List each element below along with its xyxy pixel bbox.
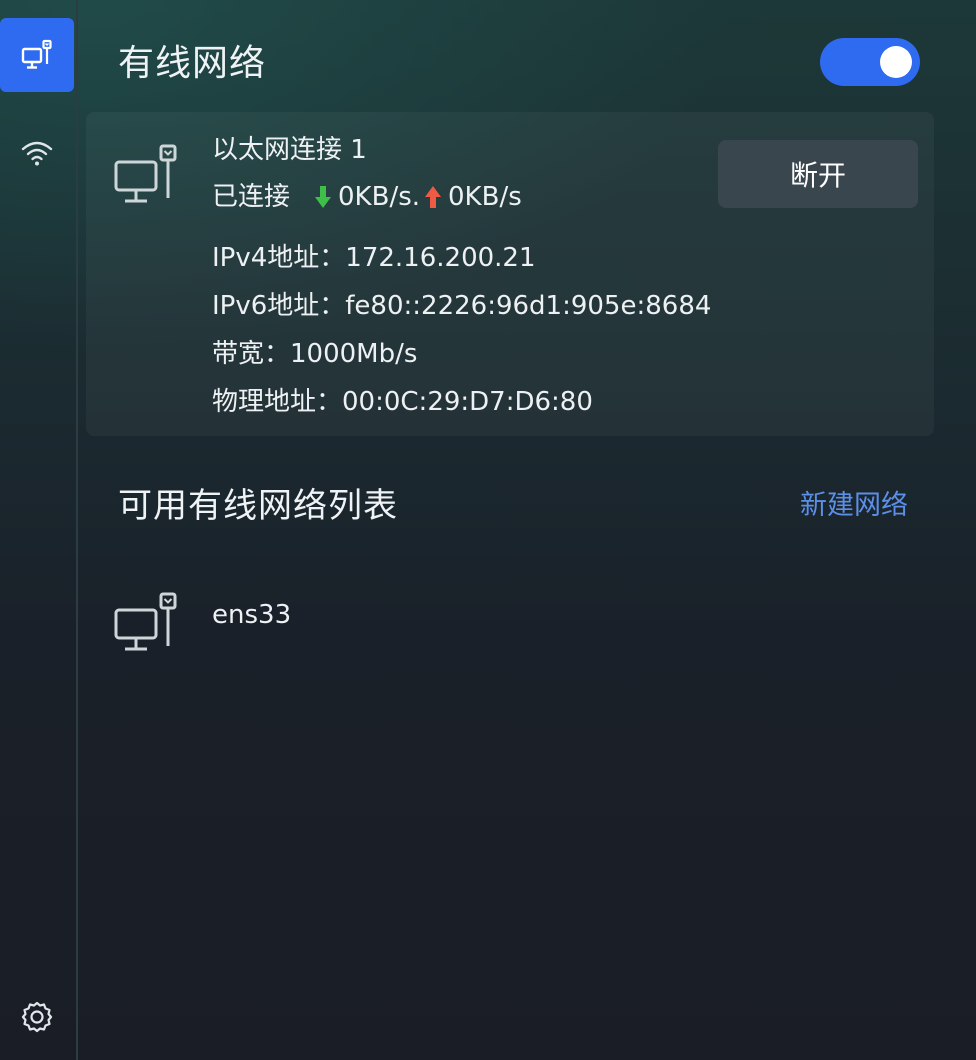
network-name: ens33 bbox=[212, 600, 292, 630]
mac-address: 物理地址：00:0C:29:D7:D6:80 bbox=[212, 382, 593, 422]
ipv4-label: IPv4地址： bbox=[212, 243, 346, 273]
ipv6-value: fe80::2226:96d1:905e:8684 bbox=[345, 291, 712, 321]
mac-value: 00:0C:29:D7:D6:80 bbox=[342, 387, 593, 417]
wired-network-toggle[interactable] bbox=[820, 38, 920, 86]
active-connection-card: 以太网连接 1 已连接 0KB/s. 0KB/s 断开 IPv4地址：172.1… bbox=[86, 112, 934, 436]
upload-arrow-icon bbox=[424, 185, 442, 209]
ipv4-address: IPv4地址：172.16.200.21 bbox=[212, 238, 536, 278]
page-title: 有线网络 bbox=[118, 43, 267, 84]
settings-button[interactable] bbox=[14, 996, 60, 1038]
bandwidth-value: 1000Mb/s bbox=[290, 339, 418, 369]
bandwidth-label: 带宽： bbox=[212, 339, 291, 369]
ipv4-value: 172.16.200.21 bbox=[345, 243, 536, 273]
toggle-knob bbox=[880, 46, 912, 78]
connection-name: 以太网连接 1 bbox=[212, 135, 367, 165]
new-network-link[interactable]: 新建网络 bbox=[800, 484, 908, 528]
ipv6-address: IPv6地址：fe80::2226:96d1:905e:8684 bbox=[212, 286, 711, 326]
gear-icon bbox=[21, 1001, 53, 1033]
wifi-icon bbox=[21, 141, 53, 166]
disconnect-button[interactable]: 断开 bbox=[718, 140, 918, 208]
connection-status: 已连接 bbox=[212, 182, 291, 212]
sidebar-item-wired[interactable] bbox=[0, 18, 74, 92]
ipv6-label: IPv6地址： bbox=[212, 291, 346, 321]
download-arrow-icon bbox=[314, 185, 332, 209]
upload-speed: 0KB/s bbox=[448, 182, 522, 212]
wired-network-icon bbox=[114, 592, 177, 651]
wired-network-icon bbox=[114, 144, 177, 203]
list-item[interactable]: ens33 bbox=[100, 574, 920, 664]
mac-label: 物理地址： bbox=[212, 387, 343, 417]
sidebar bbox=[0, 0, 78, 1060]
bandwidth: 带宽：1000Mb/s bbox=[212, 334, 417, 374]
sidebar-item-wireless[interactable] bbox=[14, 132, 60, 174]
wired-network-icon bbox=[21, 39, 52, 69]
connection-status-row: 已连接 0KB/s. 0KB/s bbox=[212, 178, 526, 216]
download-speed: 0KB/s. bbox=[338, 182, 421, 212]
available-networks-title: 可用有线网络列表 bbox=[118, 486, 398, 526]
